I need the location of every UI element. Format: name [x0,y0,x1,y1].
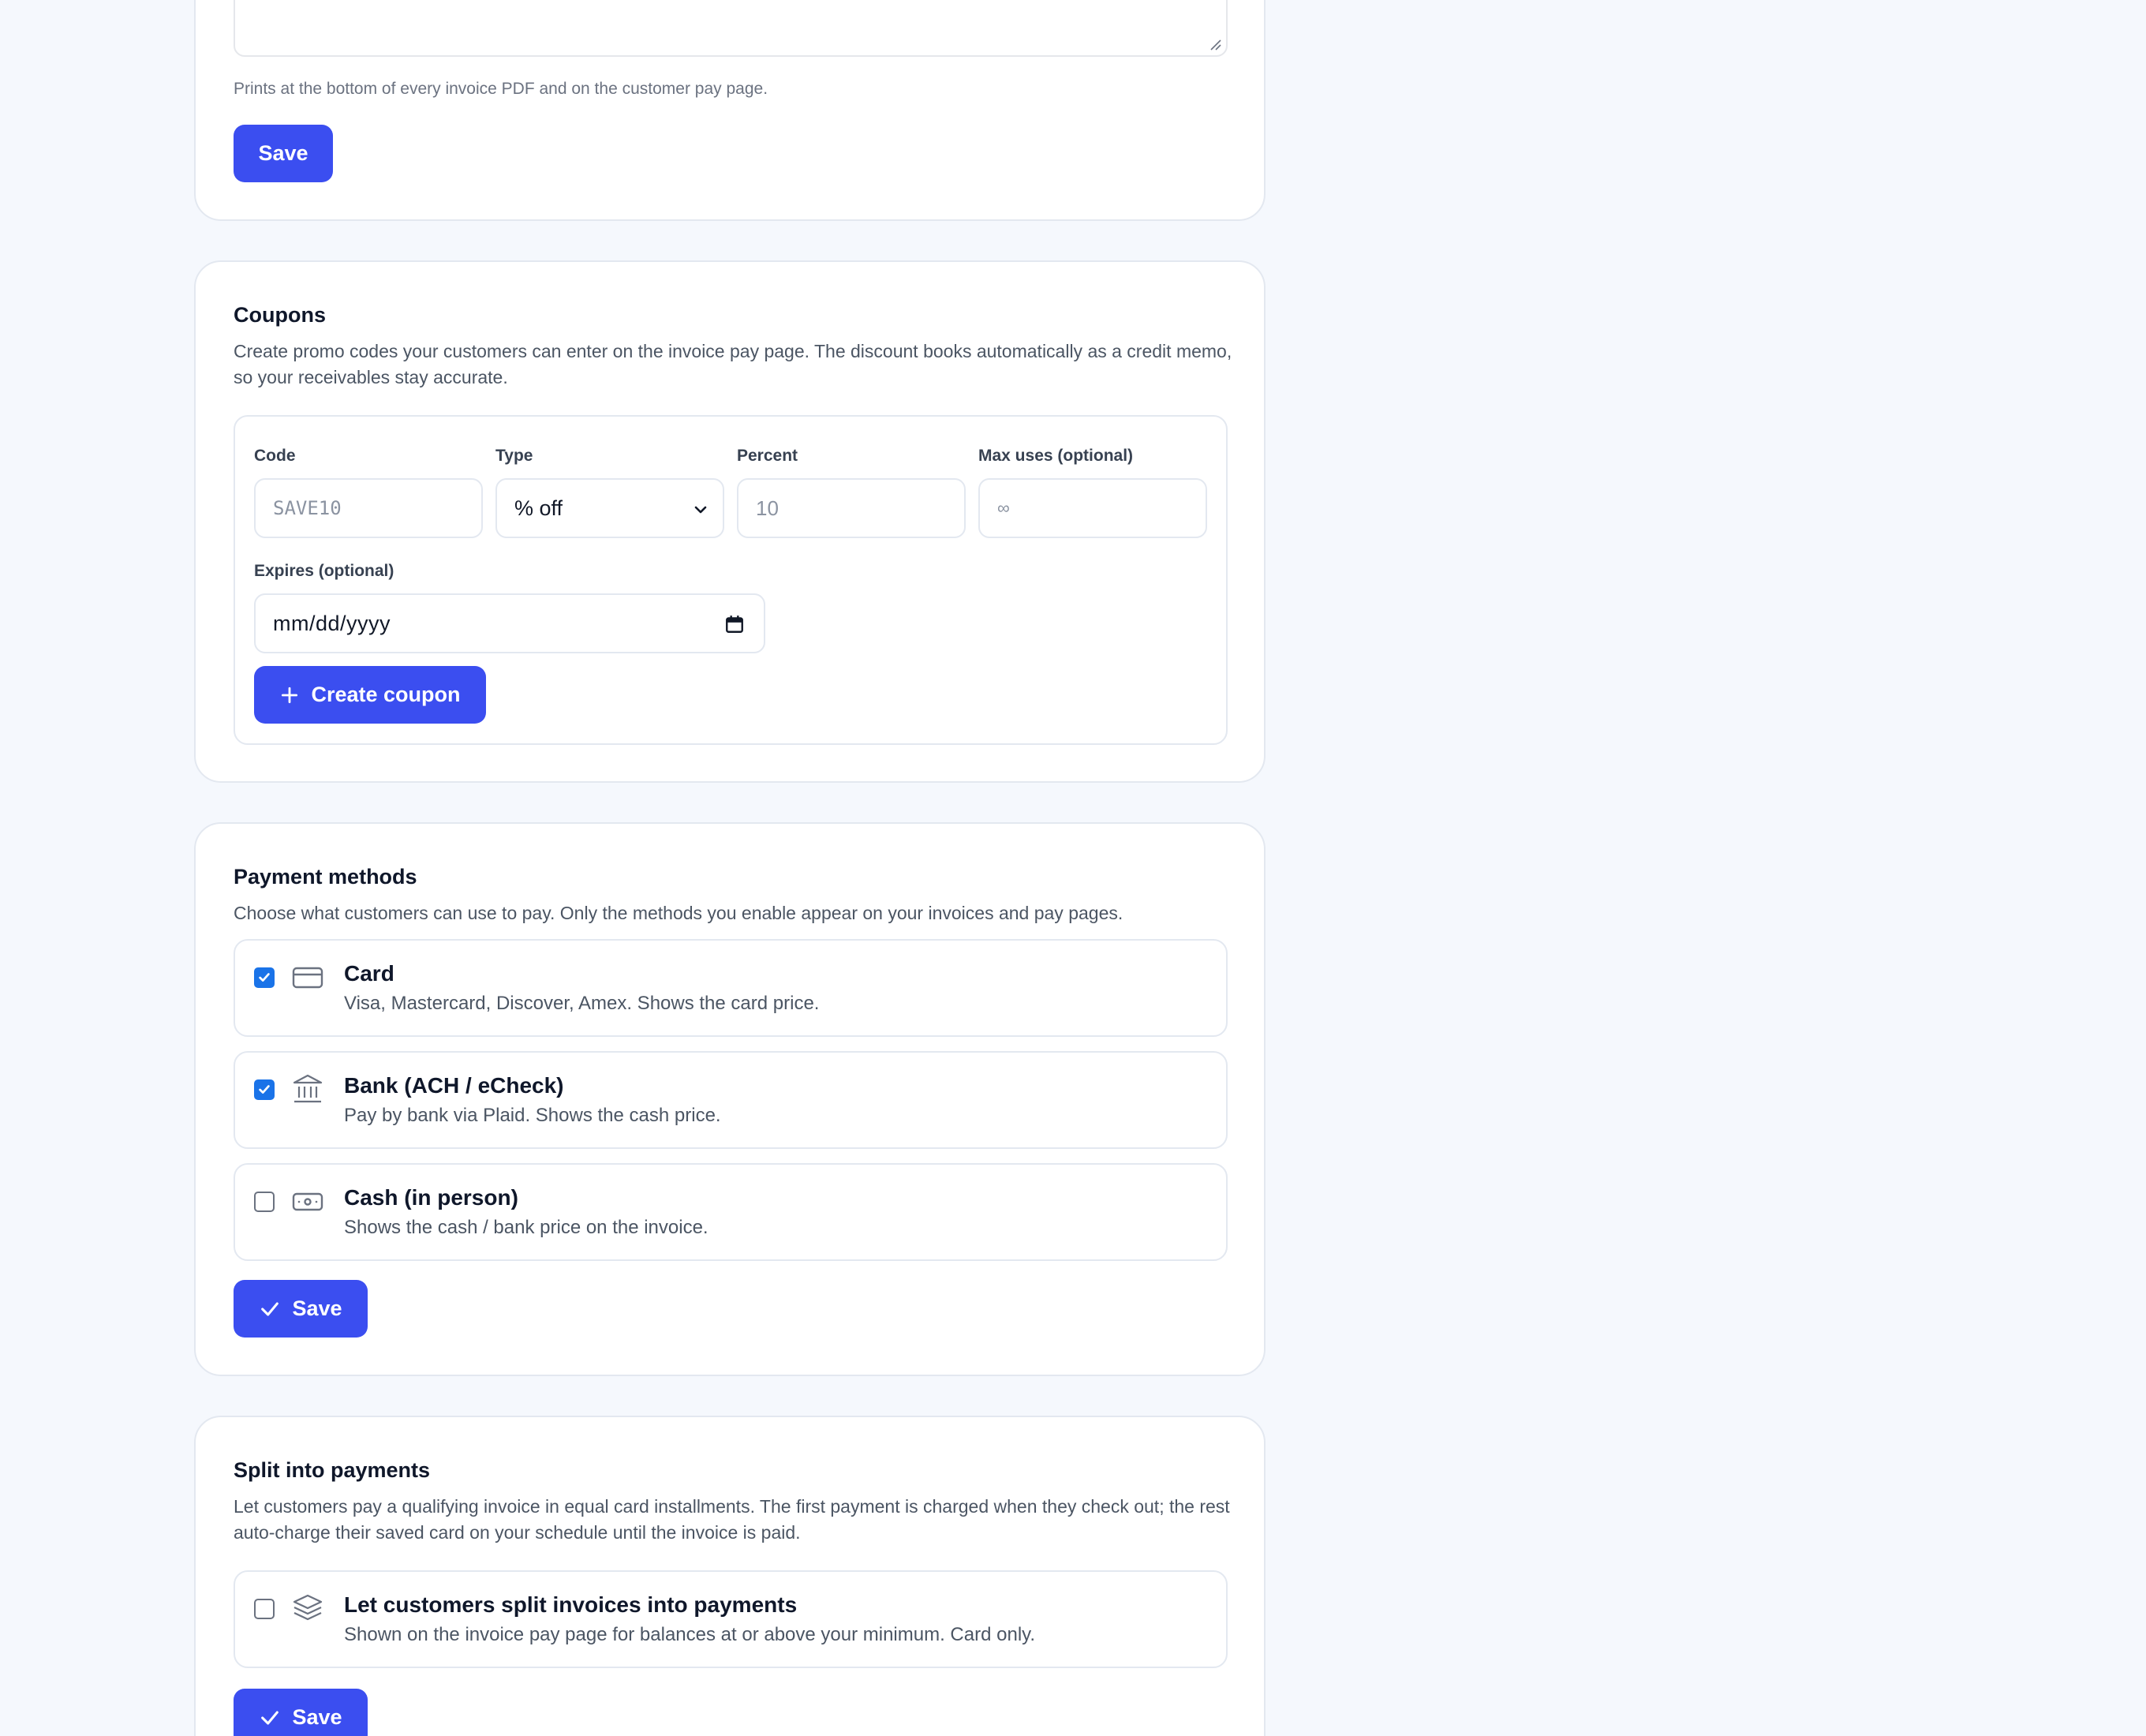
payment-option-card[interactable]: Card Visa, Mastercard, Discover, Amex. S… [234,939,1228,1037]
checkmark-icon [259,1085,270,1094]
max-uses-label: Max uses (optional) [978,447,1134,465]
footer-textarea[interactable] [234,0,1228,57]
percent-placeholder: 10 [756,496,779,520]
layers-icon [293,1594,323,1621]
expires-date-input[interactable]: mm/dd/yyyy [254,593,765,653]
max-uses-placeholder: ∞ [997,498,1010,518]
payment-option-cash[interactable]: Cash (in person) Shows the cash / bank p… [234,1163,1228,1261]
payment-methods-title: Payment methods [234,865,417,889]
percent-input[interactable]: 10 [737,478,966,538]
split-payments-save-button[interactable]: Save [234,1689,368,1736]
split-payments-option-title: Let customers split invoices into paymen… [344,1592,798,1617]
create-coupon-label: Create coupon [311,683,461,706]
bank-option-title: Bank (ACH / eCheck) [344,1073,564,1098]
footer-save-button[interactable]: Save [234,125,333,182]
type-select[interactable]: % off [495,478,724,538]
payment-methods-save-label: Save [292,1296,342,1320]
coupons-card: Coupons Create promo codes your customer… [194,260,1266,783]
bank-checkbox[interactable] [254,1079,275,1100]
cash-option-description: Shows the cash / bank price on the invoi… [344,1217,708,1238]
cash-checkbox[interactable] [254,1192,275,1212]
bank-icon [293,1074,323,1103]
split-payments-option-description: Shown on the invoice pay page for balanc… [344,1624,1036,1645]
bank-option-description: Pay by bank via Plaid. Shows the cash pr… [344,1105,721,1126]
plus-icon [282,687,298,703]
split-payments-title: Split into payments [234,1458,431,1482]
credit-card-icon [292,967,323,989]
code-placeholder: SAVE10 [273,497,342,519]
coupon-form: Code SAVE10 Type % off Percent 10 Max us… [234,415,1228,745]
coupons-description: Create promo codes your customers can en… [234,341,1232,387]
card-option-description: Visa, Mastercard, Discover, Amex. Shows … [344,993,820,1014]
footer-hint: Prints at the bottom of every invoice PD… [234,80,768,98]
payment-option-bank[interactable]: Bank (ACH / eCheck) Pay by bank via Plai… [234,1051,1228,1149]
coupons-title: Coupons [234,303,326,327]
split-payments-option[interactable]: Let customers split invoices into paymen… [234,1570,1228,1668]
code-label: Code [254,447,296,465]
percent-label: Percent [737,447,798,465]
cash-icon [292,1192,323,1211]
split-payments-description: Let customers pay a qualifying invoice i… [234,1496,1230,1543]
type-label: Type [495,447,533,465]
resize-grip-icon[interactable] [1209,38,1221,51]
split-payments-checkbox[interactable] [254,1599,275,1619]
split-payments-card: Split into payments Let customers pay a … [194,1416,1266,1736]
cash-option-title: Cash (in person) [344,1185,518,1210]
check-icon [261,1710,279,1725]
calendar-icon[interactable] [724,614,745,634]
invoice-footer-card: Prints at the bottom of every invoice PD… [194,0,1266,221]
card-checkbox[interactable] [254,967,275,988]
split-payments-save-label: Save [292,1705,342,1729]
payment-methods-description: Choose what customers can use to pay. On… [234,903,1123,923]
card-option-title: Card [344,961,394,986]
max-uses-input[interactable]: ∞ [978,478,1207,538]
type-selected-value: % off [514,496,563,520]
payment-methods-save-button[interactable]: Save [234,1280,368,1338]
checkmark-icon [259,973,270,982]
check-icon [261,1301,279,1316]
create-coupon-button[interactable]: Create coupon [254,666,486,724]
expires-placeholder: mm/dd/yyyy [273,611,391,635]
payment-methods-card: Payment methods Choose what customers ca… [194,822,1266,1376]
code-input[interactable]: SAVE10 [254,478,483,538]
chevron-down-icon [694,506,707,514]
expires-label: Expires (optional) [254,562,394,580]
footer-save-label: Save [258,141,308,165]
